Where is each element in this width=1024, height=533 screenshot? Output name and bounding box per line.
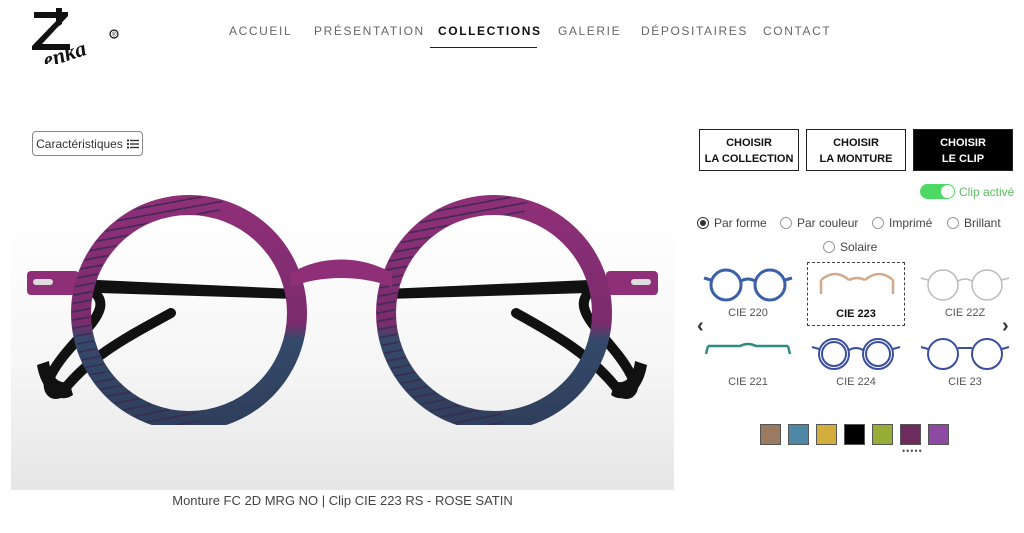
selected-swatch-indicator: ••••• xyxy=(902,446,923,456)
nav-collections[interactable]: COLLECTIONS xyxy=(438,24,542,38)
clip-thumb-label: CIE 221 xyxy=(728,376,768,388)
glasses-thumb-icon xyxy=(920,269,1010,301)
clip-thumb-cie-223[interactable]: CIE 223 xyxy=(807,262,905,326)
product-caption: Monture FC 2D MRG NO | Clip CIE 223 RS -… xyxy=(172,493,513,508)
filter-label: Imprimé xyxy=(889,216,933,230)
characteristics-button[interactable]: Caractéristiques xyxy=(32,131,143,156)
clip-thumb-cie-220[interactable]: CIE 220 xyxy=(699,262,797,326)
clip-thumb-cie-23[interactable]: CIE 23 xyxy=(916,331,1014,395)
clip-thumb-cie-224[interactable]: CIE 224 xyxy=(807,331,905,395)
choose-frame-button[interactable]: CHOISIR LA MONTURE xyxy=(806,129,906,171)
filter-imprime[interactable]: Imprimé xyxy=(872,216,932,230)
choose-frame-line1: CHOISIR xyxy=(833,137,879,149)
color-swatch[interactable] xyxy=(900,424,921,445)
filter-label: Solaire xyxy=(840,240,878,254)
choose-clip-button[interactable]: CHOISIR LE CLIP xyxy=(913,129,1013,171)
choose-collection-line2: LA COLLECTION xyxy=(704,153,794,165)
glasses-thumb-icon xyxy=(703,268,793,302)
list-icon xyxy=(126,139,139,148)
clip-thumb-label: CIE 220 xyxy=(728,307,768,319)
filter-brillant[interactable]: Brillant xyxy=(947,216,1001,230)
filter-label: Par forme xyxy=(714,216,767,230)
choose-clip-line2: LE CLIP xyxy=(941,153,985,165)
clip-thumb-cie-221[interactable]: CIE 221 xyxy=(699,331,797,395)
radio-icon xyxy=(947,217,959,229)
toggle-switch[interactable] xyxy=(920,184,955,199)
clip-thumb-label: CIE 224 xyxy=(836,376,876,388)
characteristics-label: Caractéristiques xyxy=(36,136,123,151)
color-swatch[interactable] xyxy=(760,424,781,445)
nav-depositaires[interactable]: DÉPOSITAIRES xyxy=(641,24,748,38)
clip-thumb-label: CIE 223 xyxy=(836,308,876,320)
glasses-thumb-icon xyxy=(704,342,792,355)
radio-icon-checked xyxy=(697,217,709,229)
radio-icon xyxy=(823,241,835,253)
toggle-knob xyxy=(941,185,954,198)
clip-thumb-cie-22z[interactable]: CIE 22Z xyxy=(916,262,1014,326)
nav-galerie[interactable]: GALERIE xyxy=(558,24,621,38)
choose-frame-line2: LA MONTURE xyxy=(819,153,893,165)
color-swatch[interactable] xyxy=(788,424,809,445)
glasses-image xyxy=(27,195,658,425)
filter-par-couleur[interactable]: Par couleur xyxy=(780,216,858,230)
nav-contact[interactable]: CONTACT xyxy=(763,24,831,38)
choose-collection-line1: CHOISIR xyxy=(726,137,772,149)
nav-active-underline xyxy=(430,47,537,48)
filter-label: Brillant xyxy=(964,216,1001,230)
color-swatch[interactable] xyxy=(872,424,893,445)
nav-accueil[interactable]: ACCUEIL xyxy=(229,24,292,38)
filter-par-forme[interactable]: Par forme xyxy=(697,216,767,230)
glasses-thumb-icon xyxy=(819,272,895,294)
glasses-thumb-icon xyxy=(811,338,901,370)
color-swatch[interactable] xyxy=(928,424,949,445)
main-nav: ACCUEIL PRÉSENTATION COLLECTIONS GALERIE… xyxy=(0,0,1024,60)
clip-thumb-label: CIE 22Z xyxy=(944,307,986,319)
radio-icon xyxy=(780,217,792,229)
color-swatch[interactable] xyxy=(844,424,865,445)
clip-toggle[interactable]: Clip activé xyxy=(920,184,1014,199)
color-swatch[interactable] xyxy=(816,424,837,445)
choose-collection-button[interactable]: CHOISIR LA COLLECTION xyxy=(699,129,799,171)
radio-icon xyxy=(872,217,884,229)
filter-label: Par couleur xyxy=(797,216,859,230)
nav-presentation[interactable]: PRÉSENTATION xyxy=(314,24,425,38)
glasses-thumb-icon xyxy=(920,338,1010,370)
clip-toggle-label: Clip activé xyxy=(959,184,1015,199)
choose-clip-line1: CHOISIR xyxy=(940,137,986,149)
filter-solaire[interactable]: Solaire xyxy=(823,240,877,254)
clip-thumb-label: CIE 23 xyxy=(948,376,982,388)
